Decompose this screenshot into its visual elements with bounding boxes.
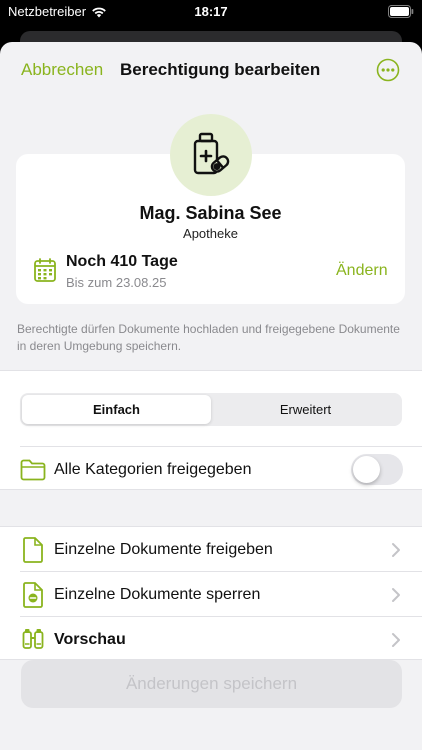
- document-actions-group: Einzelne Dokumente freigeben Einzelne Do…: [0, 526, 422, 660]
- validity-end-date: Bis zum 23.08.25: [66, 275, 167, 290]
- categories-switch[interactable]: [351, 454, 403, 485]
- page-title: Berechtigung bearbeiten: [120, 60, 321, 79]
- list-item-label: Vorschau: [54, 631, 126, 648]
- chevron-right-icon: [392, 588, 400, 602]
- edit-permission-sheet: Abbrechen Berechtigung bearbeiten Mag. S…: [0, 42, 422, 750]
- save-changes-button[interactable]: Änderungen speichern: [21, 660, 402, 708]
- segment-simple[interactable]: Einfach: [22, 395, 211, 424]
- switch-knob: [353, 456, 380, 483]
- categories-toggle-label: Alle Kategorien freigegeben: [54, 461, 252, 478]
- status-bar: Netzbetreiber 18:17: [0, 0, 422, 24]
- categories-toggle-row: Alle Kategorien freigegeben: [0, 447, 422, 491]
- clock: 18:17: [194, 4, 228, 19]
- binoculars-icon: [22, 629, 44, 649]
- avatar: [170, 114, 252, 196]
- list-item-share-documents[interactable]: Einzelne Dokumente freigeben: [0, 527, 422, 571]
- list-item-block-documents[interactable]: Einzelne Dokumente sperren: [0, 572, 422, 616]
- segment-advanced[interactable]: Erweitert: [211, 395, 400, 424]
- more-options-icon[interactable]: [376, 58, 400, 82]
- info-text: Berechtigte dürfen Dokumente hochladen u…: [17, 322, 400, 353]
- list-item-label: Einzelne Dokumente sperren: [54, 586, 261, 603]
- list-item-preview[interactable]: Vorschau: [0, 617, 422, 661]
- document-icon: [23, 537, 43, 563]
- list-item-label: Einzelne Dokumente freigeben: [54, 541, 273, 558]
- chevron-right-icon: [392, 543, 400, 557]
- validity-remaining: Noch 410 Tage: [66, 253, 178, 270]
- cancel-button[interactable]: Abbrechen: [21, 60, 103, 80]
- navigation-bar: Abbrechen Berechtigung bearbeiten: [0, 42, 422, 98]
- document-blocked-icon: [23, 582, 43, 608]
- mode-segmented-control: Einfach Erweitert: [20, 393, 402, 426]
- battery-icon: [388, 5, 414, 18]
- pharmacy-bottle-icon: [193, 132, 230, 175]
- permission-mode-group: Einfach Erweitert Alle Kategorien freige…: [0, 370, 422, 490]
- person-name: Mag. Sabina See: [139, 203, 282, 223]
- calendar-icon: [34, 258, 56, 282]
- change-validity-button[interactable]: Ändern: [336, 262, 388, 280]
- person-role: Apotheke: [183, 226, 238, 241]
- chevron-right-icon: [392, 633, 400, 647]
- folder-icon: [20, 459, 46, 481]
